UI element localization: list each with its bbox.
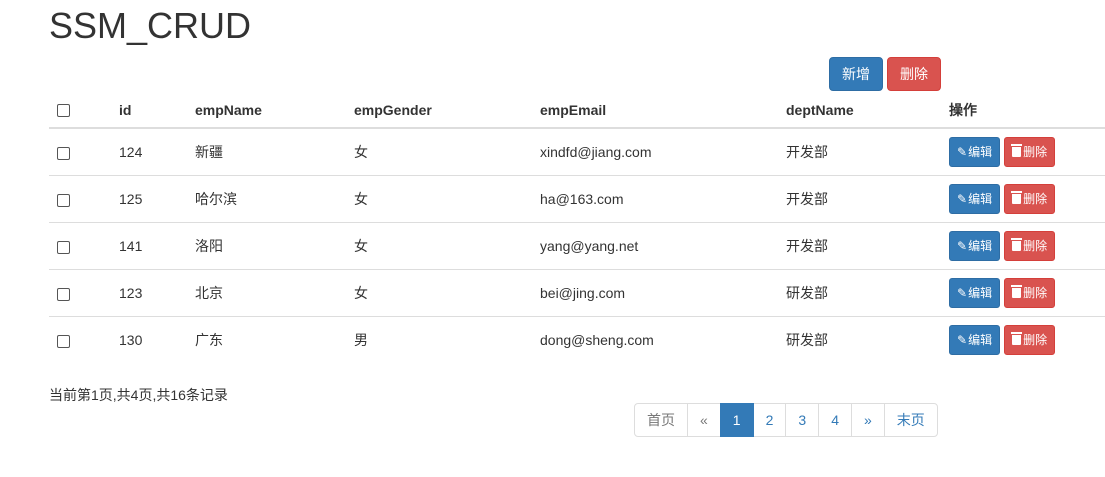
delete-button[interactable]: 删除 xyxy=(1004,231,1056,261)
delete-label: 删除 xyxy=(1023,145,1048,159)
table-row: 141 洛阳女 yang@yang.net 开发部 ✎编辑 删除 xyxy=(49,222,1105,270)
cell-empemail: ha@163.com xyxy=(532,175,778,223)
cell-actions: ✎编辑 删除 xyxy=(941,222,1105,270)
cell-empname: 洛阳 xyxy=(187,222,346,270)
pencil-icon: ✎ xyxy=(957,239,968,253)
cell-empemail: xindfd@jiang.com xyxy=(532,128,778,176)
delete-label: 删除 xyxy=(1023,286,1048,300)
toolbar: 新增 删除 xyxy=(829,57,941,91)
edit-label: 编辑 xyxy=(968,286,993,300)
table-row: 130 广东 男 dong@sheng.com 研发部 ✎编辑 删除 xyxy=(49,317,1105,364)
cell-empgender: 女 xyxy=(346,128,532,176)
cell-empgender: 女 xyxy=(346,269,532,317)
row-checkbox[interactable] xyxy=(57,240,70,254)
cell-empemail: bei@jing.com xyxy=(532,269,778,317)
cell-id: 130 xyxy=(119,332,143,348)
edit-label: 编辑 xyxy=(968,239,993,253)
prev-page-link[interactable]: « xyxy=(687,403,721,437)
table-row: 124 新疆女 xindfd@jiang.com 开发部 ✎编辑 删除 xyxy=(49,128,1105,176)
pencil-icon: ✎ xyxy=(957,286,968,300)
table-header-row: id empName empGender empEmail deptName 操… xyxy=(49,92,1105,129)
select-all-checkbox[interactable] xyxy=(57,104,70,118)
cell-id: 124 xyxy=(111,128,187,176)
cell-empname: 哈尔滨 xyxy=(187,175,346,223)
cell-empemail: yang@yang.net xyxy=(532,222,778,270)
trash-icon xyxy=(1011,191,1023,204)
table-row: 123 北京女 bei@jing.com 研发部 ✎编辑 删除 xyxy=(49,269,1105,317)
cell-empgender: 男 xyxy=(354,332,368,348)
cell-actions: ✎编辑 删除 xyxy=(941,269,1105,317)
last-page-link[interactable]: 末页 xyxy=(883,403,938,437)
page-info: 当前第1页,共4页,共16条记录 xyxy=(49,387,228,403)
cell-empgender: 女 xyxy=(346,222,532,270)
column-header-actions: 操作 xyxy=(941,92,1105,129)
next-page-link[interactable]: » xyxy=(850,403,885,437)
edit-button[interactable]: ✎编辑 xyxy=(949,184,1001,214)
cell-empname: 北京 xyxy=(187,269,346,317)
delete-button[interactable]: 删除 xyxy=(1004,325,1056,355)
page-title: SSM_CRUD xyxy=(49,5,252,46)
cell-empemail: dong@sheng.com xyxy=(540,332,654,348)
employee-table: id empName empGender empEmail deptName 操… xyxy=(49,92,1105,363)
trash-icon xyxy=(1011,285,1023,298)
edit-label: 编辑 xyxy=(968,145,993,159)
cell-actions: ✎编辑 删除 xyxy=(941,175,1105,223)
page-link-2[interactable]: 2 xyxy=(752,403,787,437)
row-checkbox[interactable] xyxy=(57,193,70,207)
table-row: 125 哈尔滨女 ha@163.com 开发部 ✎编辑 删除 xyxy=(49,175,1105,223)
cell-actions: ✎编辑 删除 xyxy=(941,128,1105,176)
first-page-link[interactable]: 首页 xyxy=(634,403,688,437)
delete-all-button[interactable]: 删除 xyxy=(887,57,941,91)
edit-button[interactable]: ✎编辑 xyxy=(949,231,1001,261)
edit-button[interactable]: ✎编辑 xyxy=(949,137,1001,167)
delete-button[interactable]: 删除 xyxy=(1004,278,1056,308)
cell-empgender: 女 xyxy=(346,175,532,223)
cell-deptname: 研发部 xyxy=(778,269,941,317)
page-link-3[interactable]: 3 xyxy=(785,403,820,437)
cell-deptname: 研发部 xyxy=(786,332,828,348)
page-link-1[interactable]: 1 xyxy=(719,403,754,437)
add-button[interactable]: 新增 xyxy=(829,57,883,91)
page: SSM_CRUD 新增 删除 id empName empGender empE… xyxy=(0,0,1105,477)
delete-label: 删除 xyxy=(1023,239,1048,253)
delete-button[interactable]: 删除 xyxy=(1004,184,1056,214)
page-link-4[interactable]: 4 xyxy=(818,403,852,437)
column-header-empname: empName xyxy=(187,92,346,129)
cell-empname: 新疆 xyxy=(187,128,346,176)
delete-label: 删除 xyxy=(1023,192,1048,206)
cell-deptname: 开发部 xyxy=(778,175,941,223)
edit-button[interactable]: ✎编辑 xyxy=(949,325,1001,355)
trash-icon xyxy=(1011,332,1023,345)
table-body: 124 新疆女 xindfd@jiang.com 开发部 ✎编辑 删除 125 哈尔滨女 ha@… xyxy=(49,128,1105,363)
cell-actions: ✎编辑 删除 xyxy=(941,317,1105,364)
column-header-empgender: empGender xyxy=(346,92,532,129)
cell-empname: 广东 xyxy=(195,332,223,348)
trash-icon xyxy=(1011,238,1023,251)
cell-deptname: 开发部 xyxy=(778,222,941,270)
column-header-empemail: empEmail xyxy=(532,92,778,129)
cell-id: 123 xyxy=(111,269,187,317)
cell-id: 125 xyxy=(111,175,187,223)
edit-label: 编辑 xyxy=(968,333,993,347)
cell-deptname: 开发部 xyxy=(778,128,941,176)
row-checkbox[interactable] xyxy=(57,287,70,301)
row-checkbox[interactable] xyxy=(57,146,70,160)
pencil-icon: ✎ xyxy=(957,192,968,206)
trash-icon xyxy=(1011,144,1023,157)
delete-label: 删除 xyxy=(1023,333,1048,347)
delete-button[interactable]: 删除 xyxy=(1004,137,1056,167)
column-header-deptname: deptName xyxy=(778,92,941,129)
cell-id: 141 xyxy=(111,222,187,270)
edit-label: 编辑 xyxy=(968,192,993,206)
pencil-icon: ✎ xyxy=(957,145,968,159)
pencil-icon: ✎ xyxy=(957,333,968,347)
edit-button[interactable]: ✎编辑 xyxy=(949,278,1001,308)
column-header-id: id xyxy=(111,92,187,129)
pagination: 首页 « 1 2 3 4 » 末页 xyxy=(634,403,938,437)
row-checkbox[interactable] xyxy=(57,334,70,348)
